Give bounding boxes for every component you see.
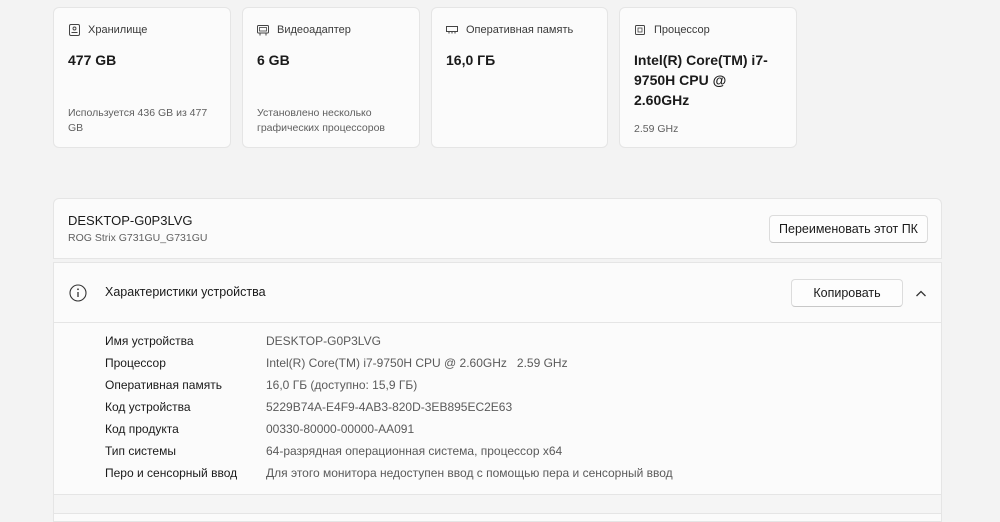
card-subtext: Используется 436 GB из 477 GB — [68, 107, 208, 134]
gpu-card: Видеоадаптер 6 GB Установлено несколько … — [242, 7, 420, 148]
spec-value: 16,0 ГБ (доступно: 15,9 ГБ) — [266, 378, 418, 392]
card-subtext: 2.59 GHz — [634, 123, 679, 135]
card-value: 16,0 ГБ — [446, 52, 496, 68]
cpu-icon — [634, 24, 646, 36]
spec-value: Intel(R) Core(TM) i7-9750H CPU @ 2.60GHz… — [266, 356, 568, 370]
card-value: 477 GB — [68, 52, 117, 68]
spec-key: Оперативная память — [105, 378, 222, 392]
device-name-panel: DESKTOP-G0P3LVG ROG Strix G731GU_G731GU … — [53, 198, 942, 259]
spec-key: Имя устройства — [105, 334, 194, 348]
ram-card: Оперативная память 16,0 ГБ — [431, 7, 608, 148]
specs-title: Характеристики устройства — [105, 285, 266, 299]
spec-value: Для этого монитора недоступен ввод с пом… — [266, 466, 673, 480]
info-icon — [69, 284, 87, 302]
card-label: Видеоадаптер — [277, 24, 351, 36]
device-model: ROG Strix G731GU_G731GU — [68, 232, 208, 244]
chevron-up-icon[interactable] — [914, 287, 928, 301]
spec-value: 00330-80000-00000-AA091 — [266, 422, 415, 436]
card-label: Оперативная память — [466, 24, 574, 36]
storage-card: Хранилище 477 GB Используется 436 GB из … — [53, 7, 231, 148]
card-value: Intel(R) Core(TM) i7-9750H CPU @ 2.60GHz — [634, 52, 768, 108]
spec-key: Перо и сенсорный ввод — [105, 466, 238, 480]
spec-key: Процессор — [105, 356, 166, 370]
spec-value: 5229B74A-E4F9-4AB3-820D-3EB895EC2E63 — [266, 400, 513, 414]
spec-key: Код устройства — [105, 400, 191, 414]
next-section — [53, 494, 942, 514]
spec-key: Тип системы — [105, 444, 176, 458]
copy-button[interactable]: Копировать — [791, 279, 903, 307]
device-specs-body: Имя устройства DESKTOP-G0P3LVG Процессор… — [53, 322, 942, 522]
cpu-card: Процессор Intel(R) Core(TM) i7-9750H CPU… — [619, 7, 797, 148]
rename-pc-button[interactable]: Переименовать этот ПК — [769, 215, 928, 243]
spec-value: 64-разрядная операционная система, проце… — [266, 444, 563, 458]
card-subtext: Установлено несколько графических процес… — [257, 107, 386, 134]
storage-icon — [68, 24, 80, 36]
spec-value: DESKTOP-G0P3LVG — [266, 334, 381, 348]
card-label: Процессор — [654, 24, 710, 36]
gpu-icon — [257, 24, 269, 36]
card-label: Хранилище — [88, 24, 148, 36]
card-value: 6 GB — [257, 52, 290, 68]
spec-key: Код продукта — [105, 422, 179, 436]
ram-icon — [446, 24, 458, 36]
device-name: DESKTOP-G0P3LVG — [68, 213, 193, 228]
device-specs-header[interactable]: Характеристики устройства Копировать — [53, 262, 942, 323]
